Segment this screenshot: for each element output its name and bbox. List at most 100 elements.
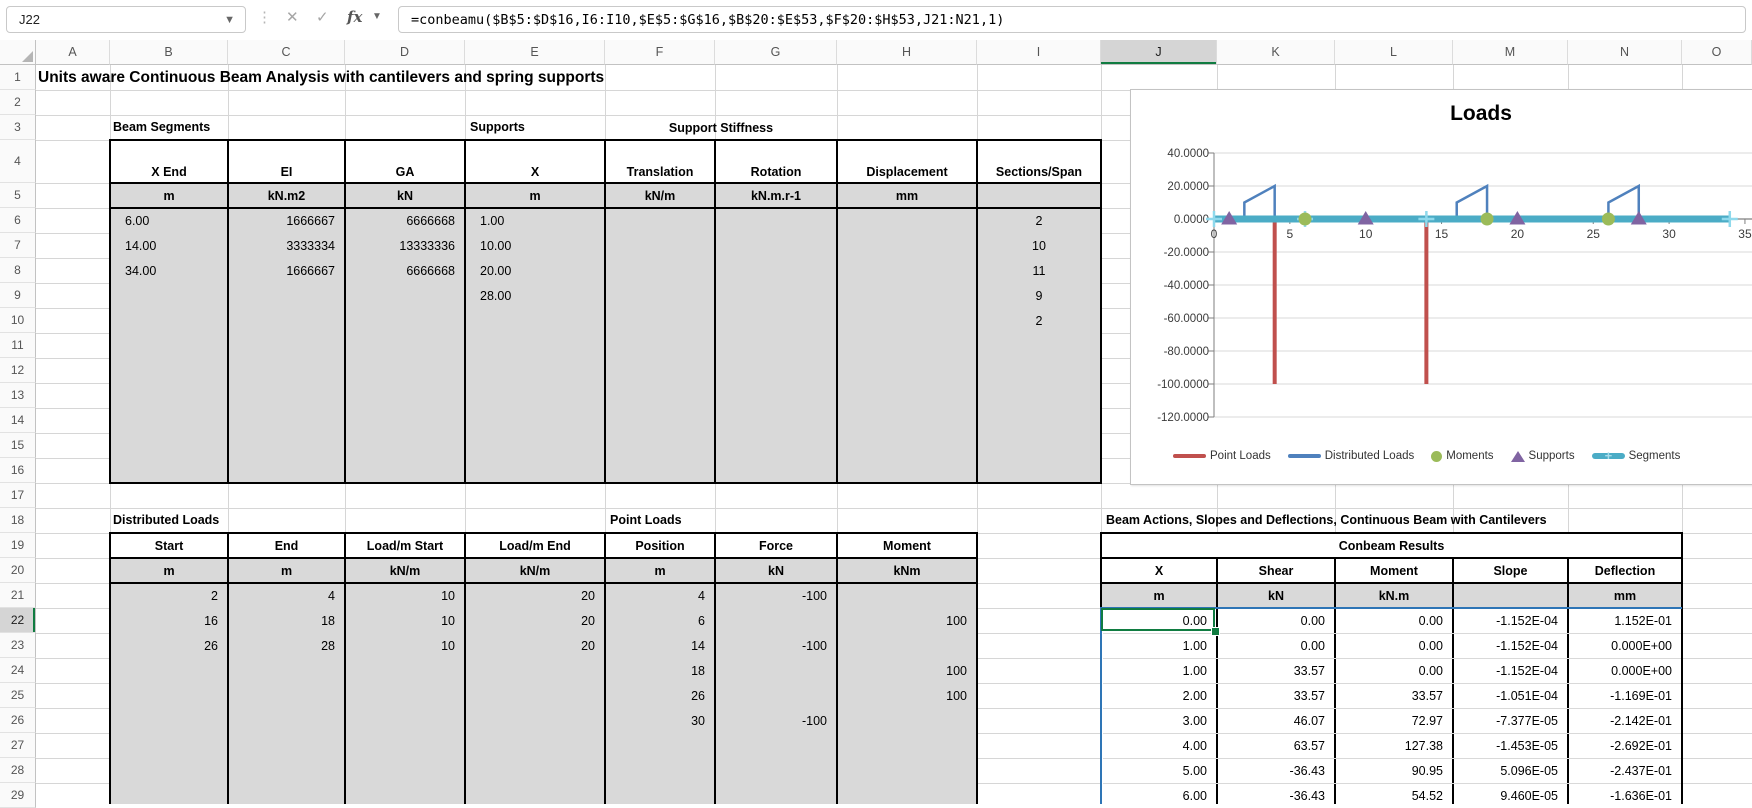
row-header-11[interactable]: 11 — [0, 333, 36, 358]
column-header-M[interactable]: M — [1453, 40, 1568, 65]
unit-cell[interactable]: m — [467, 183, 603, 208]
distributed-load-value[interactable]: 16 — [112, 608, 226, 633]
column-header-I[interactable]: I — [977, 40, 1101, 65]
unit-cell[interactable]: m — [1103, 583, 1215, 608]
distributed-load-value[interactable]: 28 — [230, 633, 343, 658]
row-header-16[interactable]: 16 — [0, 458, 36, 483]
column-header-D[interactable]: D — [345, 40, 465, 65]
results-value[interactable]: -36.43 — [1219, 783, 1333, 808]
column-header-J[interactable]: J — [1101, 40, 1217, 65]
support-x[interactable]: 1.00 — [467, 208, 603, 233]
column-header-C[interactable]: C — [228, 40, 345, 65]
point-load-value[interactable]: 4 — [607, 583, 713, 608]
point-load-value[interactable]: 30 — [607, 708, 713, 733]
support-x[interactable]: 10.00 — [467, 233, 603, 258]
results-value[interactable]: 33.57 — [1219, 683, 1333, 708]
beam-segment-xend[interactable]: 14.00 — [112, 233, 226, 258]
row-header-5[interactable]: 5 — [0, 183, 36, 208]
unit-cell[interactable]: kN/m — [347, 558, 463, 583]
distributed-load-value[interactable]: 20 — [467, 608, 603, 633]
results-header[interactable]: Deflection — [1570, 558, 1680, 583]
results-value[interactable]: 3.00 — [1103, 708, 1215, 733]
results-value[interactable]: 1.00 — [1103, 633, 1215, 658]
results-value[interactable]: 0.00 — [1337, 608, 1451, 633]
beam-segment-ga[interactable]: 6666668 — [347, 208, 463, 233]
cancel-icon[interactable]: ✕ — [286, 8, 299, 26]
row-header-27[interactable]: 27 — [0, 733, 36, 758]
column-header-A[interactable]: A — [36, 40, 110, 65]
results-value[interactable]: 1.00 — [1103, 658, 1215, 683]
row-header-9[interactable]: 9 — [0, 283, 36, 308]
unit-cell[interactable]: m — [607, 558, 713, 583]
column-header-B[interactable]: B — [110, 40, 228, 65]
results-value[interactable]: 2.00 — [1103, 683, 1215, 708]
unit-cell[interactable]: mm — [1570, 583, 1680, 608]
column-header-O[interactable]: O — [1682, 40, 1752, 65]
results-value[interactable]: 46.07 — [1219, 708, 1333, 733]
unit-cell[interactable]: kN.m — [1337, 583, 1451, 608]
results-value[interactable]: -1.152E-04 — [1455, 608, 1566, 633]
distributed-loads-header[interactable]: End — [230, 533, 343, 558]
distributed-load-value[interactable]: 4 — [230, 583, 343, 608]
results-header[interactable]: Moment — [1337, 558, 1451, 583]
point-loads-header[interactable]: Position — [607, 533, 713, 558]
loads-chart[interactable]: Loads 40.000020.00000.0000-20.0000-40.00… — [1130, 89, 1752, 485]
results-value[interactable]: 1.152E-01 — [1570, 608, 1680, 633]
results-header[interactable]: Shear — [1219, 558, 1333, 583]
beam-segment-ei[interactable]: 3333334 — [230, 233, 343, 258]
unit-cell[interactable]: kNm — [839, 558, 975, 583]
results-value[interactable]: 5.00 — [1103, 758, 1215, 783]
column-header-E[interactable]: E — [465, 40, 605, 65]
results-value[interactable]: -7.377E-05 — [1455, 708, 1566, 733]
sections-span-value[interactable]: 10 — [979, 233, 1099, 258]
results-value[interactable]: -1.169E-01 — [1570, 683, 1680, 708]
row-header-23[interactable]: 23 — [0, 633, 36, 658]
support-stiffness-header[interactable]: Translation — [607, 140, 713, 183]
point-load-value[interactable]: 100 — [839, 658, 975, 683]
point-loads-header[interactable]: Force — [717, 533, 835, 558]
point-load-value[interactable]: 26 — [607, 683, 713, 708]
column-header-L[interactable]: L — [1335, 40, 1453, 65]
results-value[interactable]: -1.152E-04 — [1455, 658, 1566, 683]
row-header-4[interactable]: 4 — [0, 140, 36, 183]
sections-span-value[interactable]: 2 — [979, 308, 1099, 333]
distributed-load-value[interactable]: 10 — [347, 583, 463, 608]
results-value[interactable]: 9.460E-05 — [1455, 783, 1566, 808]
beam-segment-xend[interactable]: 6.00 — [112, 208, 226, 233]
distributed-load-value[interactable]: 18 — [230, 608, 343, 633]
row-header-8[interactable]: 8 — [0, 258, 36, 283]
row-header-7[interactable]: 7 — [0, 233, 36, 258]
support-stiffness-header[interactable]: Displacement — [839, 140, 975, 183]
beam-segments-header[interactable]: GA — [347, 140, 463, 183]
distributed-loads-header[interactable]: Start — [112, 533, 226, 558]
point-load-value[interactable]: 6 — [607, 608, 713, 633]
distributed-load-value[interactable]: 10 — [347, 608, 463, 633]
sections-span-value[interactable]: 2 — [979, 208, 1099, 233]
support-x[interactable]: 28.00 — [467, 283, 603, 308]
results-value[interactable]: 90.95 — [1337, 758, 1451, 783]
results-value[interactable]: 54.52 — [1337, 783, 1451, 808]
results-value[interactable]: 6.00 — [1103, 783, 1215, 808]
row-header-1[interactable]: 1 — [0, 65, 36, 90]
results-value[interactable]: 4.00 — [1103, 733, 1215, 758]
row-header-10[interactable]: 10 — [0, 308, 36, 333]
select-all-corner[interactable] — [0, 40, 36, 65]
formula-input[interactable]: =conbeamu($B$5:$D$16,I6:I10,$E$5:$G$16,$… — [398, 6, 1746, 33]
row-header-2[interactable]: 2 — [0, 90, 36, 115]
sections-span-value[interactable]: 9 — [979, 283, 1099, 308]
results-value[interactable]: 0.00 — [1219, 608, 1333, 633]
unit-cell[interactable]: kN.m.r-1 — [717, 183, 835, 208]
enter-icon[interactable]: ✓ — [316, 8, 329, 26]
point-load-value[interactable]: 100 — [839, 683, 975, 708]
beam-segments-header[interactable]: EI — [230, 140, 343, 183]
results-value[interactable]: -36.43 — [1219, 758, 1333, 783]
distributed-load-value[interactable]: 10 — [347, 633, 463, 658]
results-header[interactable]: Slope — [1455, 558, 1566, 583]
beam-segment-ga[interactable]: 13333336 — [347, 233, 463, 258]
column-header-H[interactable]: H — [837, 40, 977, 65]
column-header-F[interactable]: F — [605, 40, 715, 65]
distributed-load-value[interactable]: 20 — [467, 633, 603, 658]
beam-segments-header[interactable]: X End — [112, 140, 226, 183]
row-header-21[interactable]: 21 — [0, 583, 36, 608]
column-header-K[interactable]: K — [1217, 40, 1335, 65]
